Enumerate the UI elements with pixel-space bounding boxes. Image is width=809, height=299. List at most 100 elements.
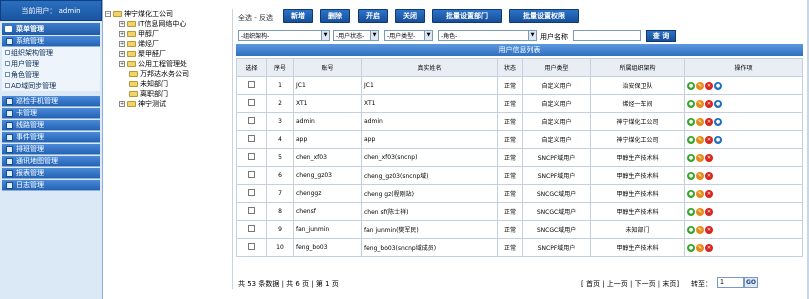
enable-button[interactable]: 开启 (358, 9, 388, 23)
row-checkbox[interactable] (248, 171, 255, 178)
delete-icon[interactable]: ✕ (705, 153, 713, 162)
section-report[interactable]: 报表管理 (2, 168, 100, 179)
row-checkbox[interactable] (248, 117, 255, 124)
section-log[interactable]: 日志管理 (2, 180, 100, 191)
section-shift[interactable]: 排班管理 (2, 144, 100, 155)
status-select[interactable]: -用户状态- ▼ (333, 30, 379, 41)
permission-icon[interactable]: ● (714, 99, 722, 108)
row-checkbox[interactable] (248, 81, 255, 88)
row-checkbox[interactable] (248, 153, 255, 160)
expand-icon[interactable]: + (119, 61, 125, 67)
edit-icon[interactable]: ✎ (696, 153, 704, 162)
permission-icon[interactable]: ● (714, 135, 722, 144)
tree-node[interactable]: 离职部门 (105, 89, 232, 99)
edit-icon[interactable]: ✎ (696, 99, 704, 108)
enable-icon[interactable]: ● (687, 135, 695, 144)
tree-node[interactable]: + IT信息网络中心 (105, 19, 232, 29)
tree-root[interactable]: − 神宁煤化工公司 (105, 9, 232, 19)
tree-node[interactable]: + 烯烃厂 (105, 39, 232, 49)
enable-icon[interactable]: ● (687, 117, 695, 126)
permission-icon[interactable]: ● (714, 81, 722, 90)
disable-button[interactable]: 关闭 (395, 9, 425, 23)
edit-icon[interactable]: ✎ (696, 207, 704, 216)
row-select-cell (236, 94, 267, 113)
type-select[interactable]: -用户类型- ▼ (384, 30, 433, 41)
row-no: 4 (266, 130, 294, 149)
row-checkbox[interactable] (248, 135, 255, 142)
delete-icon[interactable]: ✕ (705, 225, 713, 234)
table-header-row: 选择 序号 账号 真实姓名 状态 用户类型 所属组织架构 操作项 (236, 58, 803, 77)
collapse-icon[interactable]: − (105, 11, 111, 17)
tree-node[interactable]: + 聚甲醛厂 (105, 49, 232, 59)
section-card[interactable]: 卡管理 (2, 108, 100, 119)
delete-button[interactable]: 删除 (320, 9, 350, 23)
page-input[interactable] (717, 277, 744, 288)
delete-icon[interactable]: ✕ (705, 207, 713, 216)
delete-icon[interactable]: ✕ (705, 135, 713, 144)
row-checkbox[interactable] (248, 207, 255, 214)
search-button[interactable]: 查 询 (646, 30, 676, 42)
edit-icon[interactable]: ✎ (696, 171, 704, 180)
folder-icon (6, 182, 13, 189)
delete-icon[interactable]: ✕ (705, 99, 713, 108)
enable-icon[interactable]: ● (687, 189, 695, 198)
go-button[interactable]: GO (744, 277, 758, 288)
username-input[interactable] (573, 30, 641, 41)
row-checkbox[interactable] (248, 99, 255, 106)
sidebar-item-users[interactable]: 用户管理 (2, 58, 100, 69)
pager-nav[interactable]: [ 首页 | 上一页 | 下一页 | 末页] (581, 279, 679, 289)
org-select[interactable]: -组织架构- ▼ (238, 30, 330, 41)
section-route[interactable]: 线路管理 (2, 120, 100, 131)
row-no: 6 (266, 166, 294, 185)
row-checkbox[interactable] (248, 189, 255, 196)
edit-icon[interactable]: ✎ (696, 243, 704, 252)
row-type: SNCPF域用户 (522, 166, 591, 185)
tree-node[interactable]: + 神宁测试 (105, 99, 232, 109)
section-map[interactable]: 通讯地图管理 (2, 156, 100, 167)
expand-icon[interactable]: + (119, 21, 125, 27)
permission-icon[interactable]: ● (714, 117, 722, 126)
enable-icon[interactable]: ● (687, 171, 695, 180)
delete-icon[interactable]: ✕ (705, 243, 713, 252)
edit-icon[interactable]: ✎ (696, 225, 704, 234)
menu-management-header[interactable]: 菜单管理 (2, 23, 100, 35)
sidebar-item-org[interactable]: 组织架构管理 (2, 47, 100, 58)
row-org: 甲醇生产技术科 (590, 166, 685, 185)
enable-icon[interactable]: ● (687, 225, 695, 234)
row-checkbox[interactable] (248, 225, 255, 232)
expand-icon[interactable]: + (119, 41, 125, 47)
row-checkbox[interactable] (248, 243, 255, 250)
edit-icon[interactable]: ✎ (696, 81, 704, 90)
batch-set-dept-button[interactable]: 批量设置部门 (432, 9, 502, 23)
tree-node[interactable]: 未知部门 (105, 79, 232, 89)
enable-icon[interactable]: ● (687, 99, 695, 108)
edit-icon[interactable]: ✎ (696, 189, 704, 198)
section-mobile[interactable]: 巡检手机管理 (2, 96, 100, 107)
tree-node[interactable]: 万邦达水务公司 (105, 69, 232, 79)
edit-icon[interactable]: ✎ (696, 117, 704, 126)
tree-node[interactable]: + 公用工程管理处 (105, 59, 232, 69)
edit-icon[interactable]: ✎ (696, 135, 704, 144)
sidebar-item-roles[interactable]: 角色管理 (2, 69, 100, 80)
add-button[interactable]: 新增 (283, 9, 313, 23)
delete-icon[interactable]: ✕ (705, 171, 713, 180)
delete-icon[interactable]: ✕ (705, 81, 713, 90)
batch-set-permission-button[interactable]: 批量设置权限 (509, 9, 579, 23)
tree-node[interactable]: + 甲醇厂 (105, 29, 232, 39)
row-select-cell (236, 202, 267, 221)
section-system-management[interactable]: 系统管理 (2, 36, 100, 47)
sidebar-item-ad-sync[interactable]: AD域同步管理 (2, 80, 100, 91)
select-all-invert[interactable]: 全选 - 反选 (238, 13, 273, 23)
delete-icon[interactable]: ✕ (705, 117, 713, 126)
enable-icon[interactable]: ● (687, 243, 695, 252)
row-account: admin (293, 112, 362, 131)
delete-icon[interactable]: ✕ (705, 189, 713, 198)
expand-icon[interactable]: + (119, 101, 125, 107)
expand-icon[interactable]: + (119, 31, 125, 37)
role-select[interactable]: -角色- ▼ (438, 30, 537, 41)
enable-icon[interactable]: ● (687, 207, 695, 216)
section-event[interactable]: 事件管理 (2, 132, 100, 143)
expand-icon[interactable]: + (119, 51, 125, 57)
enable-icon[interactable]: ● (687, 81, 695, 90)
enable-icon[interactable]: ● (687, 153, 695, 162)
